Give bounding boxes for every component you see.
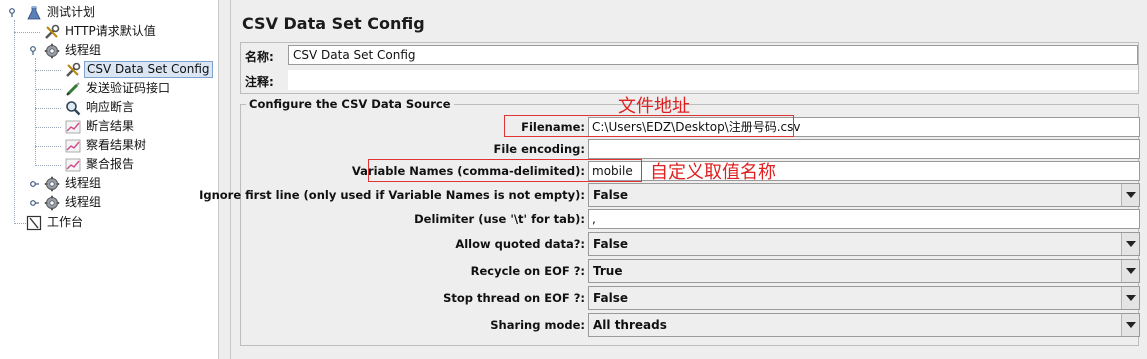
tree-item-view-results-tree[interactable]: 察看结果树 <box>65 136 148 155</box>
field-row-stop-thread-eof: Stop thread on EOF ?: False <box>241 286 1140 310</box>
tree-connector <box>35 165 61 166</box>
wrench-icon <box>66 62 81 77</box>
tree-connector <box>14 32 40 33</box>
tree-connector <box>35 146 61 147</box>
tree-item-label: 发送验证码接口 <box>86 81 171 95</box>
allow-quoted-select[interactable]: False <box>588 232 1140 256</box>
group-title: Configure the CSV Data Source <box>246 97 454 111</box>
workbench-icon <box>26 215 42 230</box>
config-panel: CSV Data Set Config 名称: CSV Data Set Con… <box>199 0 1147 359</box>
tree-item-label: HTTP请求默认值 <box>65 24 156 38</box>
tree-item-thread-group[interactable]: 线程组 <box>44 41 103 60</box>
ignore-first-line-label: Ignore first line (only used if Variable… <box>199 188 585 202</box>
name-comment-block: 名称: CSV Data Set Config 注释: <box>240 42 1139 94</box>
name-input[interactable]: CSV Data Set Config <box>288 45 1138 65</box>
tree-connector <box>14 223 26 224</box>
tree-item-label: 察看结果树 <box>86 138 147 152</box>
file-encoding-input[interactable] <box>588 139 1140 159</box>
comment-input[interactable] <box>288 70 1138 90</box>
magnifier-icon <box>66 100 81 115</box>
tree-connector <box>35 70 61 71</box>
chevron-down-icon[interactable] <box>1121 314 1139 336</box>
tree-item-label: 响应断言 <box>86 100 135 114</box>
select-value: False <box>593 237 628 251</box>
test-plan-icon <box>27 5 41 19</box>
gear-icon <box>44 176 60 191</box>
tree-item-csv-data-set-config[interactable]: CSV Data Set Config <box>65 60 213 79</box>
tree-item-thread-group-3[interactable]: 线程组 <box>44 193 103 212</box>
field-row-sharing-mode: Sharing mode: All threads <box>241 313 1140 337</box>
select-value: False <box>593 188 628 202</box>
name-label: 名称: <box>245 50 274 64</box>
chevron-down-icon[interactable] <box>1121 287 1139 309</box>
allow-quoted-label: Allow quoted data?: <box>455 237 585 251</box>
ignore-first-line-select[interactable]: False <box>588 183 1140 207</box>
chevron-down-icon[interactable] <box>1121 184 1139 206</box>
tree-item-label: CSV Data Set Config <box>84 61 213 78</box>
collapse-handle-icon[interactable] <box>30 46 40 56</box>
tree-item-send-code-api[interactable]: 发送验证码接口 <box>65 79 172 98</box>
tree-connector <box>35 108 61 109</box>
select-value: True <box>593 264 623 278</box>
page-title: CSV Data Set Config <box>242 14 425 33</box>
wrench-icon <box>45 24 60 39</box>
sharing-mode-select[interactable]: All threads <box>588 313 1140 337</box>
tree-connector <box>14 20 15 222</box>
tree-item-aggregate-report[interactable]: 聚合报告 <box>65 155 136 174</box>
tree-item-test-plan[interactable]: 测试计划 <box>26 3 97 22</box>
graph-icon <box>65 120 81 133</box>
graph-icon <box>65 139 81 152</box>
stop-thread-eof-select[interactable]: False <box>588 286 1140 310</box>
tree-item-thread-group-2[interactable]: 线程组 <box>44 174 103 193</box>
collapse-handle-icon[interactable] <box>9 8 19 18</box>
delimiter-input[interactable]: , <box>588 209 1140 229</box>
expand-handle-icon[interactable] <box>30 179 40 189</box>
variable-names-highlight-box <box>368 159 642 182</box>
gear-icon <box>44 195 60 210</box>
tree-item-label: 线程组 <box>65 176 102 190</box>
variable-names-annotation: 自定义取值名称 <box>650 162 776 183</box>
test-plan-tree[interactable]: 测试计划 HTTP请求默认值 线程组 CSV Data Set Config 发… <box>0 0 219 359</box>
stop-thread-eof-label: Stop thread on EOF ?: <box>443 291 585 305</box>
tree-item-label: 断言结果 <box>86 119 135 133</box>
tree-item-response-assertion[interactable]: 响应断言 <box>65 98 136 117</box>
csv-data-source-group: Configure the CSV Data Source Filename: … <box>199 97 1140 346</box>
field-row-delimiter: Delimiter (use '\t' for tab): , <box>241 209 1140 231</box>
tree-item-http-defaults[interactable]: HTTP请求默认值 <box>44 22 158 41</box>
recycle-eof-label: Recycle on EOF ?: <box>470 264 585 278</box>
field-row-allow-quoted: Allow quoted data?: False <box>241 232 1140 256</box>
panel-splitter[interactable] <box>219 0 231 359</box>
filename-annotation: 文件地址 <box>618 96 690 117</box>
graph-icon <box>65 158 81 171</box>
select-value: False <box>593 291 628 305</box>
tree-item-label: 聚合报告 <box>86 157 135 171</box>
tree-connector <box>35 89 61 90</box>
tree-connector <box>35 58 36 166</box>
tree-item-label: 工作台 <box>47 215 84 229</box>
sampler-pen-icon <box>66 81 80 96</box>
field-row-ignore-first-line: Ignore first line (only used if Variable… <box>199 183 1140 207</box>
chevron-down-icon[interactable] <box>1121 260 1139 282</box>
filename-highlight-box <box>504 115 794 137</box>
comment-label: 注释: <box>245 75 274 89</box>
delimiter-label: Delimiter (use '\t' for tab): <box>414 212 585 226</box>
file-encoding-label: File encoding: <box>493 142 585 156</box>
expand-handle-icon[interactable] <box>30 198 40 208</box>
tree-item-label: 线程组 <box>65 195 102 209</box>
tree-connector <box>35 127 61 128</box>
tree-item-assertion-results[interactable]: 断言结果 <box>65 117 136 136</box>
gear-icon <box>44 43 60 58</box>
recycle-eof-select[interactable]: True <box>588 259 1140 283</box>
tree-item-label: 线程组 <box>65 43 102 57</box>
chevron-down-icon[interactable] <box>1121 233 1139 255</box>
select-value: All threads <box>593 318 667 332</box>
tree-item-workbench[interactable]: 工作台 <box>26 213 85 232</box>
field-row-recycle-eof: Recycle on EOF ?: True <box>241 259 1140 283</box>
sharing-mode-label: Sharing mode: <box>490 318 585 332</box>
tree-item-label: 测试计划 <box>47 5 96 19</box>
